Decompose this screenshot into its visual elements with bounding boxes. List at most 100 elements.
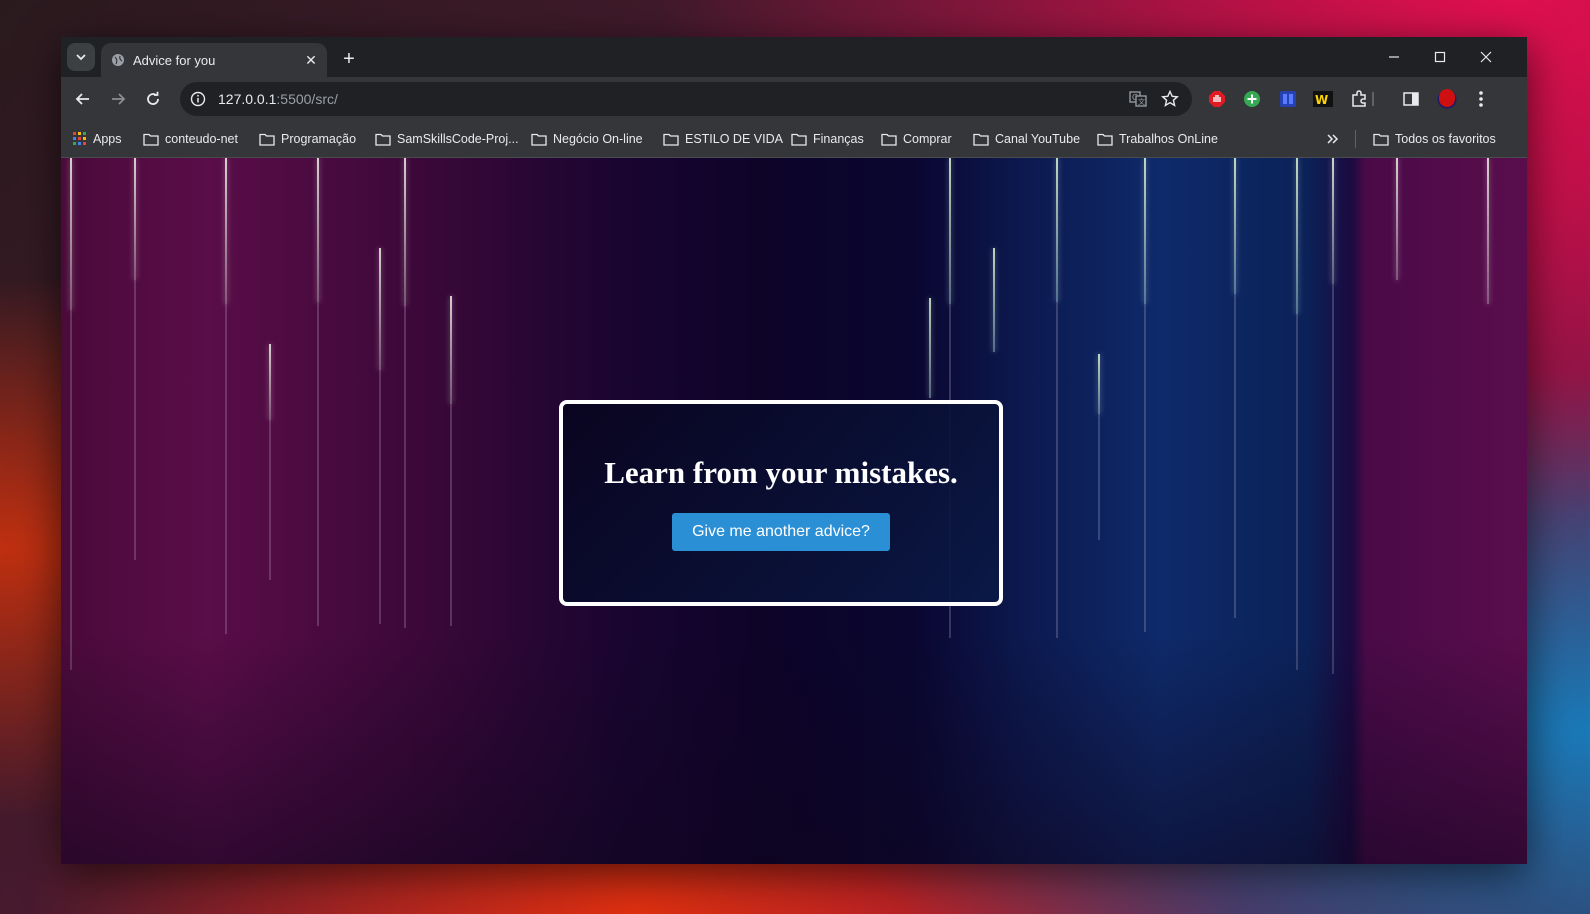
forward-icon[interactable] bbox=[104, 85, 132, 113]
folder-icon bbox=[143, 133, 159, 146]
svg-text:文: 文 bbox=[1138, 97, 1145, 106]
side-panel-icon[interactable] bbox=[1401, 89, 1421, 109]
page-viewport: Learn from your mistakes. Give me anothe… bbox=[61, 158, 1527, 864]
back-icon[interactable] bbox=[69, 85, 97, 113]
translate-icon[interactable]: G文 bbox=[1128, 89, 1148, 109]
bookmark-folder[interactable]: Negócio On-line bbox=[531, 130, 643, 148]
bookmark-star-icon[interactable] bbox=[1160, 89, 1180, 109]
address-bar[interactable]: 127.0.0.1:5500/src/ G文 bbox=[180, 82, 1192, 116]
bookmark-folder[interactable]: SamSkillsCode-Proj... bbox=[375, 130, 519, 148]
extension-grid-icon[interactable] bbox=[1278, 89, 1298, 109]
light-streak bbox=[929, 298, 931, 398]
extension-plus-icon[interactable] bbox=[1242, 89, 1262, 109]
close-window-icon[interactable] bbox=[1463, 37, 1509, 77]
bookmark-folder[interactable]: Canal YouTube bbox=[973, 130, 1080, 148]
folder-icon bbox=[1373, 133, 1389, 146]
light-streak bbox=[1056, 302, 1058, 638]
bookmark-label: Finanças bbox=[813, 132, 864, 146]
light-streak bbox=[404, 306, 406, 628]
bookmark-apps-label: Apps bbox=[93, 132, 122, 146]
chevron-down-icon bbox=[76, 54, 86, 61]
folder-icon bbox=[973, 133, 989, 146]
active-tab[interactable]: Advice for you ✕ bbox=[101, 43, 327, 77]
light-streak bbox=[317, 158, 319, 302]
bookmark-folder[interactable]: ESTILO DE VIDA bbox=[663, 130, 783, 148]
folder-icon bbox=[259, 133, 275, 146]
light-streak bbox=[1296, 314, 1298, 670]
light-streak bbox=[1056, 158, 1058, 302]
bookmark-folder[interactable]: Trabalhos OnLine bbox=[1097, 130, 1218, 148]
light-streak bbox=[317, 302, 319, 626]
tab-search-button[interactable] bbox=[67, 43, 95, 71]
minimize-icon[interactable] bbox=[1371, 37, 1417, 77]
light-streak bbox=[269, 344, 271, 420]
extensions-icon[interactable] bbox=[1349, 89, 1369, 109]
bookmark-label: Canal YouTube bbox=[995, 132, 1081, 146]
bookmark-label: Programação bbox=[281, 132, 357, 146]
light-streak bbox=[1234, 294, 1236, 618]
light-streak bbox=[379, 248, 381, 370]
light-streak bbox=[1098, 354, 1100, 414]
url-host: 127.0.0.1 bbox=[218, 91, 277, 107]
advice-card: Learn from your mistakes. Give me anothe… bbox=[559, 400, 1003, 606]
close-tab-icon[interactable]: ✕ bbox=[301, 50, 321, 70]
light-streak bbox=[1144, 158, 1146, 304]
light-streak bbox=[1296, 158, 1298, 314]
bookmark-folder[interactable]: Comprar bbox=[881, 130, 952, 148]
light-streak bbox=[450, 404, 452, 626]
folder-icon bbox=[881, 133, 897, 146]
tab-title: Advice for you bbox=[133, 52, 216, 68]
extension-adblock-icon[interactable] bbox=[1207, 89, 1227, 109]
light-streak bbox=[450, 296, 452, 404]
extension-w-icon[interactable]: W bbox=[1313, 89, 1333, 109]
url-text: 127.0.0.1:5500/src/ bbox=[218, 91, 338, 107]
svg-text:W: W bbox=[1315, 93, 1328, 107]
bookmark-label: Negócio On-line bbox=[553, 132, 643, 146]
folder-icon bbox=[791, 133, 807, 146]
toolbar-divider bbox=[1372, 92, 1374, 106]
bookmark-label: SamSkillsCode-Proj... bbox=[397, 132, 519, 146]
light-streak bbox=[1396, 158, 1398, 280]
profile-avatar[interactable] bbox=[1437, 89, 1457, 109]
light-streak bbox=[379, 370, 381, 624]
new-tab-icon[interactable]: + bbox=[337, 47, 361, 71]
light-streak bbox=[1332, 284, 1334, 674]
bookmark-apps[interactable]: Apps bbox=[73, 130, 122, 148]
all-bookmarks[interactable]: Todos os favoritos bbox=[1373, 130, 1496, 148]
light-streak bbox=[70, 310, 72, 670]
globe-icon bbox=[111, 53, 125, 67]
reload-icon[interactable] bbox=[139, 85, 167, 113]
tab-strip: Advice for you ✕ + bbox=[61, 37, 1527, 77]
new-advice-button[interactable]: Give me another advice? bbox=[672, 513, 890, 551]
advice-text: Learn from your mistakes. bbox=[604, 455, 958, 490]
toolbar: 127.0.0.1:5500/src/ G文 W bbox=[61, 77, 1527, 121]
folder-icon bbox=[375, 133, 391, 146]
light-streak bbox=[225, 304, 227, 634]
light-streak bbox=[1487, 158, 1489, 304]
bookmarks-bar: Apps conteudo-net Programação SamSkillsC… bbox=[61, 121, 1527, 158]
light-streak bbox=[1332, 158, 1334, 284]
folder-icon bbox=[1097, 133, 1113, 146]
site-info-icon[interactable] bbox=[190, 91, 206, 107]
url-path: :5500/src/ bbox=[276, 91, 338, 107]
menu-icon[interactable] bbox=[1471, 89, 1491, 109]
bookmark-folder[interactable]: Finanças bbox=[791, 130, 864, 148]
light-streak bbox=[134, 280, 136, 560]
bookmark-label: Trabalhos OnLine bbox=[1119, 132, 1218, 146]
folder-icon bbox=[663, 133, 679, 146]
light-streak bbox=[225, 158, 227, 304]
maximize-icon[interactable] bbox=[1417, 37, 1463, 77]
bookmark-folder[interactable]: Programação bbox=[259, 130, 356, 148]
bookmarks-divider bbox=[1355, 130, 1356, 148]
bookmark-label: Comprar bbox=[903, 132, 952, 146]
more-bookmarks-icon[interactable] bbox=[1327, 130, 1345, 148]
light-streak bbox=[269, 420, 271, 580]
bookmark-label: ESTILO DE VIDA bbox=[685, 132, 783, 146]
bookmark-folder[interactable]: conteudo-net bbox=[143, 130, 238, 148]
light-streak bbox=[1234, 158, 1236, 294]
light-streak bbox=[1098, 414, 1100, 540]
bookmark-label: conteudo-net bbox=[165, 132, 238, 146]
apps-grid-icon bbox=[73, 132, 86, 145]
light-streak bbox=[70, 158, 72, 310]
all-bookmarks-label: Todos os favoritos bbox=[1395, 132, 1496, 146]
